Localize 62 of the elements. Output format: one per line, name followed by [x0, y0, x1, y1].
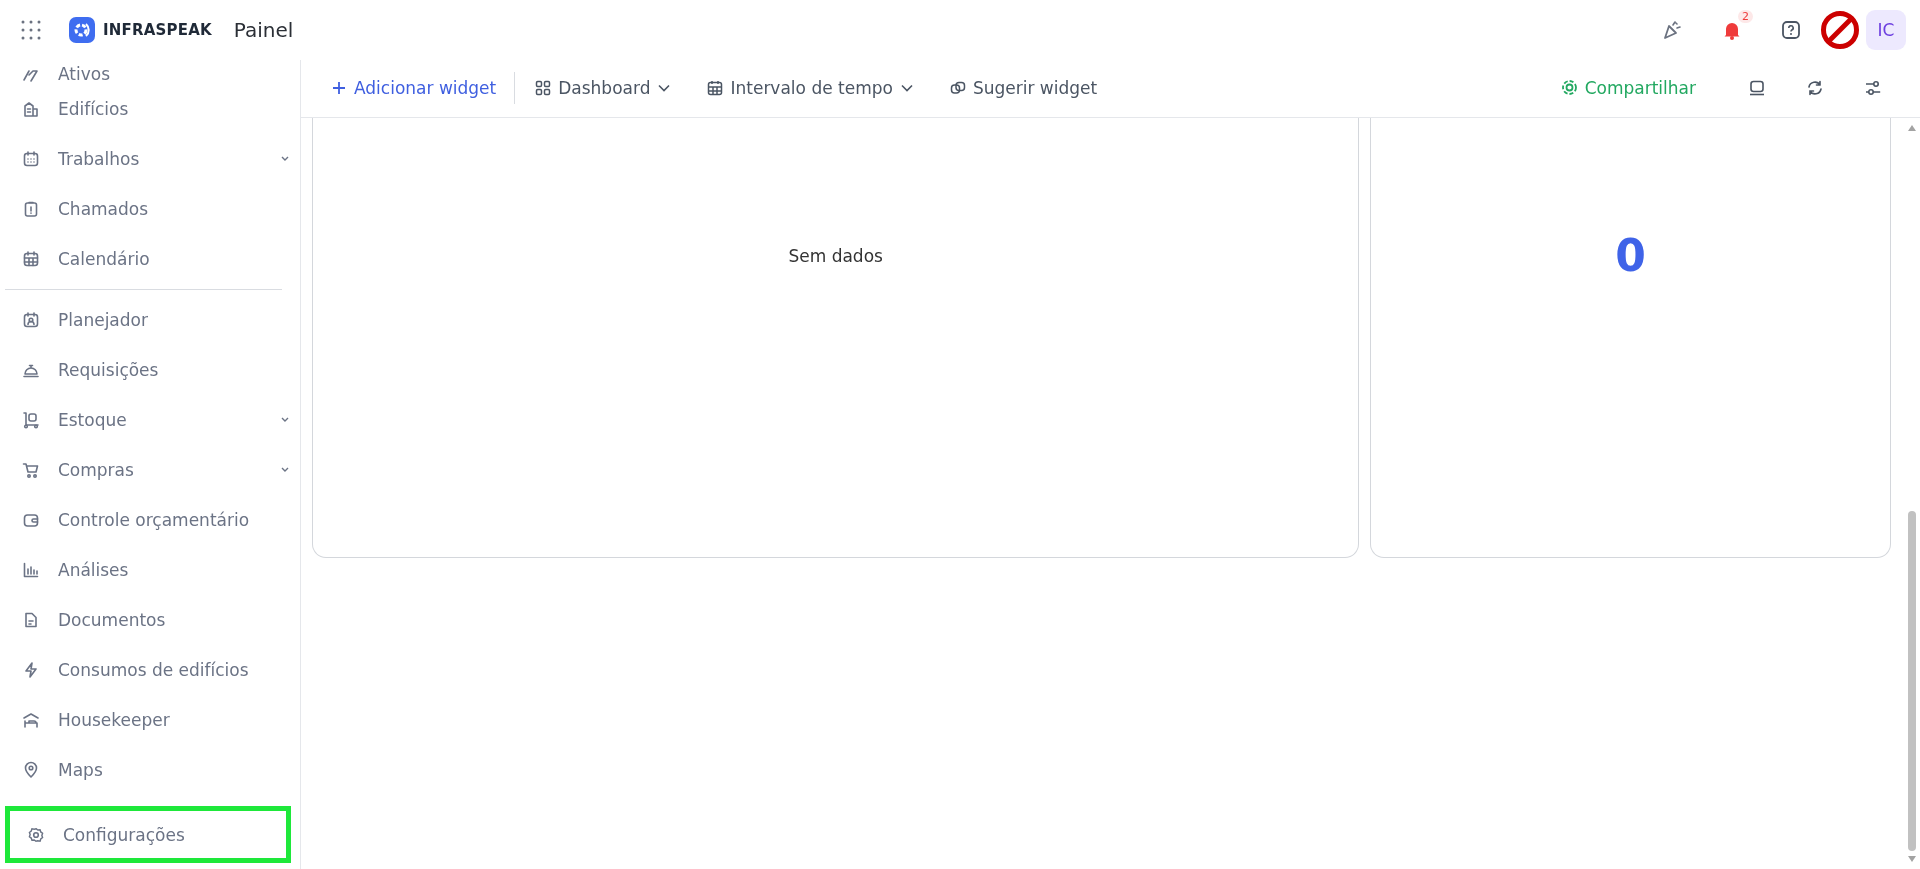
bed-icon — [22, 711, 40, 729]
sidebar-item[interactable]: Housekeeper — [0, 695, 300, 745]
scroll-down-icon[interactable] — [1907, 855, 1917, 863]
share-button[interactable]: Compartilhar — [1550, 71, 1706, 104]
building-icon — [22, 100, 40, 118]
sidebar-item[interactable]: Compras — [0, 445, 300, 495]
clipboard-icon — [22, 200, 40, 218]
refresh-icon[interactable] — [1806, 78, 1824, 97]
sidebar-item[interactable]: Controle orçamentário — [0, 495, 300, 545]
scroll-up-icon[interactable] — [1907, 124, 1917, 132]
grid-icon — [535, 79, 552, 96]
user-avatar[interactable]: IC — [1866, 10, 1906, 50]
party-popper-icon[interactable] — [1661, 19, 1683, 41]
sidebar-item[interactable]: Análises — [0, 545, 300, 595]
sidebar-item[interactable]: Consumos de edifícios — [0, 645, 300, 695]
settings-item[interactable]: Configurações — [5, 806, 291, 863]
sidebar-item[interactable]: Maps — [0, 745, 300, 795]
settings-icon — [27, 825, 45, 844]
page-title: Painel — [233, 18, 294, 42]
brand-name: INFRASPEAK — [103, 21, 212, 39]
add-widget-button[interactable]: Adicionar widget — [321, 71, 507, 104]
chevron-down-icon — [280, 417, 290, 423]
cart-box-icon — [22, 411, 40, 429]
logo-icon — [69, 17, 95, 43]
calendar-icon — [22, 250, 40, 268]
help-icon[interactable] — [1781, 20, 1801, 40]
bars-icon — [22, 561, 40, 579]
share-circle-icon — [1560, 79, 1578, 96]
sidebar-item[interactable]: Documentos — [0, 595, 300, 645]
widget-value: 0 — [1615, 230, 1646, 282]
sidebar-item[interactable]: Planejador — [0, 295, 300, 345]
overlapping-shapes-icon — [949, 79, 966, 96]
chevron-down-icon — [657, 83, 672, 92]
chevron-down-icon — [280, 156, 290, 162]
prohibited-icon — [1820, 10, 1860, 50]
sliders-icon[interactable] — [1864, 78, 1882, 97]
sidebar-item[interactable]: Calendário — [0, 234, 300, 284]
calendar-dots-icon — [22, 150, 40, 168]
notification-badge: 2 — [1738, 10, 1753, 23]
apps-grid-icon[interactable] — [21, 20, 41, 40]
sidebar-item[interactable]: Trabalhos — [0, 134, 300, 184]
scrollbar-thumb[interactable] — [1908, 511, 1916, 851]
chevron-down-icon — [280, 467, 290, 473]
no-data-text: Sem dados — [788, 246, 883, 266]
planner-icon — [22, 311, 40, 329]
plus-icon — [331, 79, 347, 96]
time-range-dropdown[interactable]: Intervalo de tempo — [697, 71, 924, 104]
pin-icon — [22, 761, 40, 779]
chevron-down-icon — [899, 83, 914, 92]
sidebar-item[interactable]: Estoque — [0, 395, 300, 445]
sidebar-item[interactable]: Chamados — [0, 184, 300, 234]
sidebar-item[interactable]: Edifícios — [0, 84, 300, 134]
cart-icon — [22, 461, 40, 479]
document-icon — [22, 611, 40, 629]
sidebar-item[interactable]: Requisições — [0, 345, 300, 395]
monitor-icon[interactable] — [1748, 78, 1766, 97]
wallet-icon — [22, 511, 40, 529]
dashboard-dropdown[interactable]: Dashboard — [525, 71, 682, 104]
bolt-icon — [22, 661, 40, 679]
sidebar-item[interactable]: Ativos — [0, 60, 300, 84]
calendar-icon — [707, 79, 724, 96]
suggest-widget-button[interactable]: Sugerir widget — [939, 71, 1108, 104]
